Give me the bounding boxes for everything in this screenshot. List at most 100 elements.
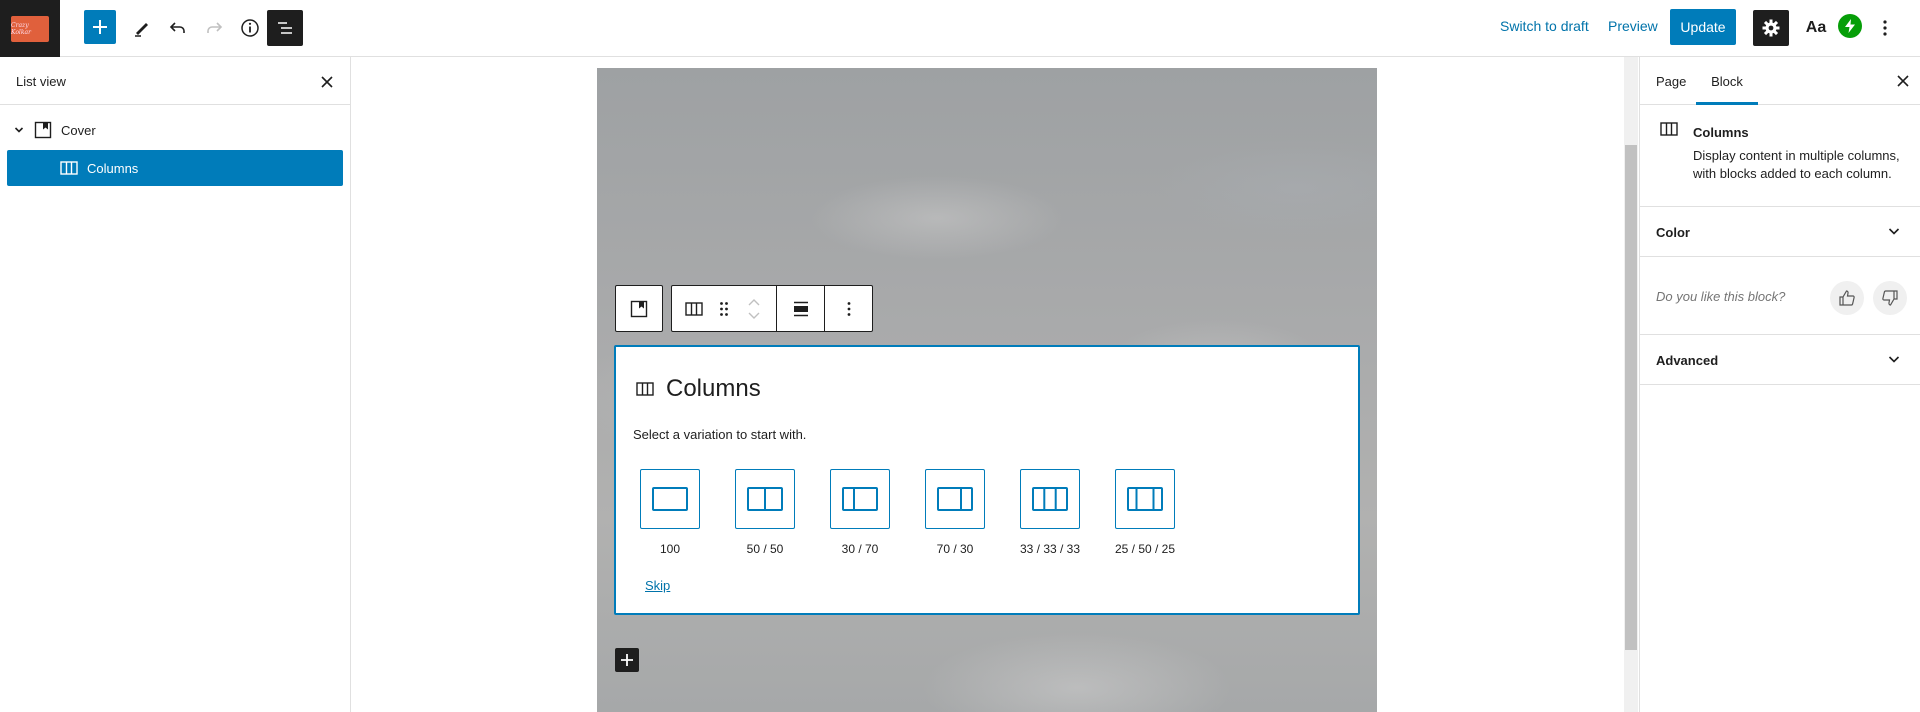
variation-100-button[interactable]	[640, 469, 700, 529]
tab-page[interactable]: Page	[1656, 57, 1686, 105]
align-wide-icon	[793, 301, 808, 316]
vertical-ellipsis-icon	[1883, 20, 1887, 36]
undo-button[interactable]	[160, 10, 196, 46]
block-options-button[interactable]	[825, 286, 872, 331]
chevron-down-icon	[1886, 351, 1902, 367]
more-options-button[interactable]	[1870, 10, 1900, 46]
expand-toggle[interactable]	[7, 125, 31, 135]
list-view-item-columns[interactable]: Columns	[7, 150, 343, 186]
variation-picker: 100 50 / 50 30 / 70 70 / 30 33 / 33 / 33	[640, 469, 1175, 556]
block-inserter-button[interactable]	[84, 10, 116, 44]
variation-33-33-33-button[interactable]	[1020, 469, 1080, 529]
thumbs-up-button[interactable]	[1830, 281, 1864, 315]
list-view-close-button[interactable]	[314, 69, 340, 95]
update-button[interactable]: Update	[1670, 9, 1736, 45]
select-parent-button[interactable]	[615, 285, 663, 332]
layout-70-30-icon	[937, 487, 973, 511]
variation-33-33-33: 33 / 33 / 33	[1020, 469, 1080, 556]
variation-25-50-25-button[interactable]	[1115, 469, 1175, 529]
chevron-down-icon	[1886, 223, 1902, 239]
drag-handle-icon	[720, 301, 728, 316]
list-view-title: List view	[16, 74, 66, 89]
layout-100-icon	[652, 487, 688, 511]
columns-block-icon	[57, 161, 81, 175]
variation-100: 100	[640, 469, 700, 556]
plus-icon	[93, 20, 107, 34]
cover-block-icon	[630, 300, 648, 317]
tools-button[interactable]	[124, 10, 160, 46]
align-button[interactable]	[777, 286, 824, 331]
preview-link[interactable]: Preview	[1608, 18, 1658, 34]
columns-icon	[636, 382, 654, 396]
jetpack-button[interactable]	[1838, 14, 1862, 38]
placeholder-instructions: Select a variation to start with.	[633, 427, 807, 442]
sidebar-tabs: Page Block	[1640, 57, 1920, 105]
chevron-down-icon[interactable]	[748, 312, 760, 319]
thumbs-down-icon	[1882, 290, 1898, 306]
jetpack-icon	[1845, 19, 1855, 33]
variation-label: 100	[659, 542, 681, 556]
drag-handle[interactable]	[716, 286, 732, 331]
thumbs-up-icon	[1839, 290, 1855, 306]
columns-icon	[685, 301, 703, 316]
block-mover	[732, 286, 776, 331]
plus-icon	[621, 654, 633, 666]
canvas-scrollbar-thumb[interactable]	[1625, 145, 1637, 650]
tab-block[interactable]: Block	[1696, 57, 1758, 105]
variation-25-50-25: 25 / 50 / 25	[1115, 469, 1175, 556]
styles-label: Aa	[1805, 19, 1827, 36]
list-view-header: List view	[0, 57, 350, 105]
variation-label: 70 / 30	[936, 542, 974, 556]
color-panel-toggle[interactable]: Color	[1640, 207, 1920, 257]
site-logo-text: Crazy Kolkar	[11, 21, 31, 36]
block-feedback-panel: Do you like this block?	[1640, 257, 1920, 335]
variation-label: 30 / 70	[841, 542, 879, 556]
redo-button[interactable]	[196, 10, 232, 46]
variation-70-30-button[interactable]	[925, 469, 985, 529]
block-card: Columns Display content in multiple colu…	[1640, 105, 1920, 207]
skip-link[interactable]: Skip	[645, 578, 670, 593]
info-icon	[241, 19, 259, 37]
list-view-item-cover[interactable]: Cover	[7, 112, 343, 148]
list-view-toggle-button[interactable]	[267, 10, 303, 46]
close-icon	[1897, 75, 1909, 87]
list-view-panel: List view Cover Columns	[0, 57, 351, 712]
vertical-ellipsis-icon	[847, 301, 850, 316]
variation-50-50: 50 / 50	[735, 469, 795, 556]
layout-30-70-icon	[842, 487, 878, 511]
details-button[interactable]	[232, 10, 268, 46]
thumbs-down-button[interactable]	[1873, 281, 1907, 315]
feedback-question: Do you like this block?	[1656, 289, 1786, 304]
gear-icon	[1762, 19, 1780, 37]
chevron-up-icon[interactable]	[748, 298, 760, 306]
variation-30-70-button[interactable]	[830, 469, 890, 529]
site-logo-image: Crazy Kolkar	[11, 15, 49, 42]
styles-button[interactable]: Aa	[1798, 10, 1834, 46]
add-block-button[interactable]	[615, 648, 639, 672]
list-view-icon	[278, 22, 292, 34]
variation-label: 33 / 33 / 33	[1019, 542, 1081, 556]
variation-50-50-button[interactable]	[735, 469, 795, 529]
redo-icon	[207, 22, 223, 33]
list-view-item-label: Columns	[87, 160, 139, 176]
placeholder-title: Columns	[666, 375, 761, 402]
advanced-panel-toggle[interactable]: Advanced	[1640, 335, 1920, 385]
sidebar-close-button[interactable]	[1890, 68, 1916, 94]
advanced-panel-label: Advanced	[1656, 353, 1719, 368]
cover-block-icon	[31, 121, 55, 139]
block-card-description: Display content in multiple columns, wit…	[1693, 148, 1900, 181]
site-logo-button[interactable]: Crazy Kolkar	[0, 0, 60, 57]
layout-50-50-icon	[747, 487, 783, 511]
settings-sidebar: Page Block Columns Display content in mu…	[1639, 57, 1920, 712]
editor-header: Crazy Kolkar Switch to draft Preview Upd…	[0, 0, 1920, 57]
variation-70-30: 70 / 30	[925, 469, 985, 556]
settings-button[interactable]	[1753, 10, 1789, 46]
color-panel-label: Color	[1656, 225, 1690, 240]
layout-25-50-25-icon	[1127, 487, 1163, 511]
block-type-switcher[interactable]	[672, 286, 716, 331]
block-toolbar	[615, 285, 873, 332]
variation-label: 50 / 50	[746, 542, 784, 556]
variation-30-70: 30 / 70	[830, 469, 890, 556]
switch-to-draft-link[interactable]: Switch to draft	[1500, 18, 1589, 34]
chevron-down-icon	[14, 127, 24, 133]
